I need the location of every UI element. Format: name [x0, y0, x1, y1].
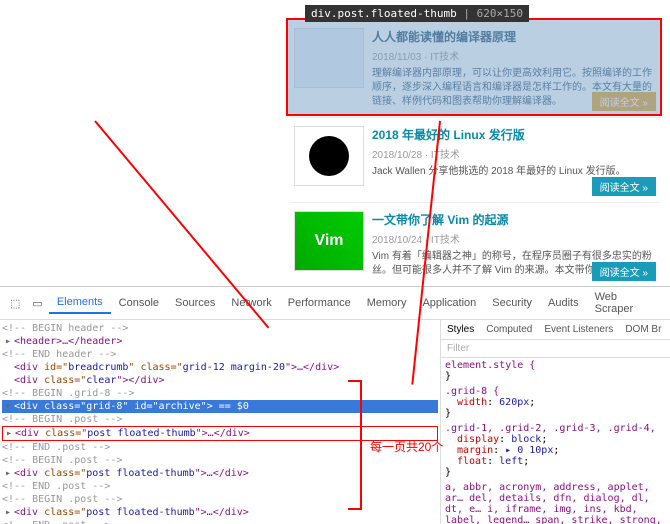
tab-sources[interactable]: Sources: [167, 293, 223, 313]
post-title[interactable]: 一文带你了解 Vim 的起源: [372, 211, 656, 228]
tab-webscraper[interactable]: Web Scraper: [587, 287, 666, 319]
post-thumbnail: [294, 126, 364, 186]
tab-audits[interactable]: Audits: [540, 293, 587, 313]
annotation-text: 每一页共20个: [370, 438, 443, 455]
devtools-tabs: ⬚ ▭ Elements Console Sources Network Per…: [0, 287, 670, 320]
inspect-icon[interactable]: ⬚: [4, 293, 26, 314]
css-rules[interactable]: element.style {} .grid-8 { width: 620px;…: [441, 358, 670, 524]
annotation-brace: [348, 380, 362, 510]
device-icon[interactable]: ▭: [26, 293, 48, 314]
tab-memory[interactable]: Memory: [359, 293, 415, 313]
devtools-panel: ⬚ ▭ Elements Console Sources Network Per…: [0, 286, 670, 524]
styles-pane: Styles Computed Event Listeners DOM Br F…: [440, 320, 670, 524]
event-listeners-tab[interactable]: Event Listeners: [538, 320, 619, 339]
inspect-highlight: [286, 18, 662, 116]
dom-tree[interactable]: <!-- BEGIN header --> ▸<header>…</header…: [0, 320, 440, 524]
element-tooltip: div.post.floated-thumb | 620×150: [305, 5, 529, 22]
dom-breakpoints-tab[interactable]: DOM Br: [619, 320, 667, 339]
readmore-button[interactable]: 阅读全文 »: [592, 262, 656, 281]
tab-application[interactable]: Application: [414, 293, 484, 313]
post-item[interactable]: 2018 年最好的 Linux 发行版 2018/10/28 · IT技术 Ja…: [290, 118, 660, 203]
post-meta: 2018/10/28 · IT技术: [372, 146, 656, 161]
computed-tab[interactable]: Computed: [480, 320, 538, 339]
tab-security[interactable]: Security: [484, 293, 540, 313]
post-title[interactable]: 2018 年最好的 Linux 发行版: [372, 126, 656, 143]
tab-console[interactable]: Console: [111, 293, 167, 313]
tab-performance[interactable]: Performance: [280, 293, 359, 313]
dom-selected-node[interactable]: ▾<div class="grid-8" id="archive"> == $0: [2, 400, 438, 413]
post-item[interactable]: Vim 一文带你了解 Vim 的起源 2018/10/24 · IT技术 Vim…: [290, 203, 660, 288]
readmore-button[interactable]: 阅读全文 »: [592, 177, 656, 196]
post-meta: 2018/10/24 · IT技术: [372, 231, 656, 246]
styles-tab[interactable]: Styles: [441, 320, 480, 339]
tab-elements[interactable]: Elements: [49, 292, 111, 314]
styles-filter[interactable]: Filter: [441, 340, 670, 358]
post-thumbnail: Vim: [294, 211, 364, 271]
